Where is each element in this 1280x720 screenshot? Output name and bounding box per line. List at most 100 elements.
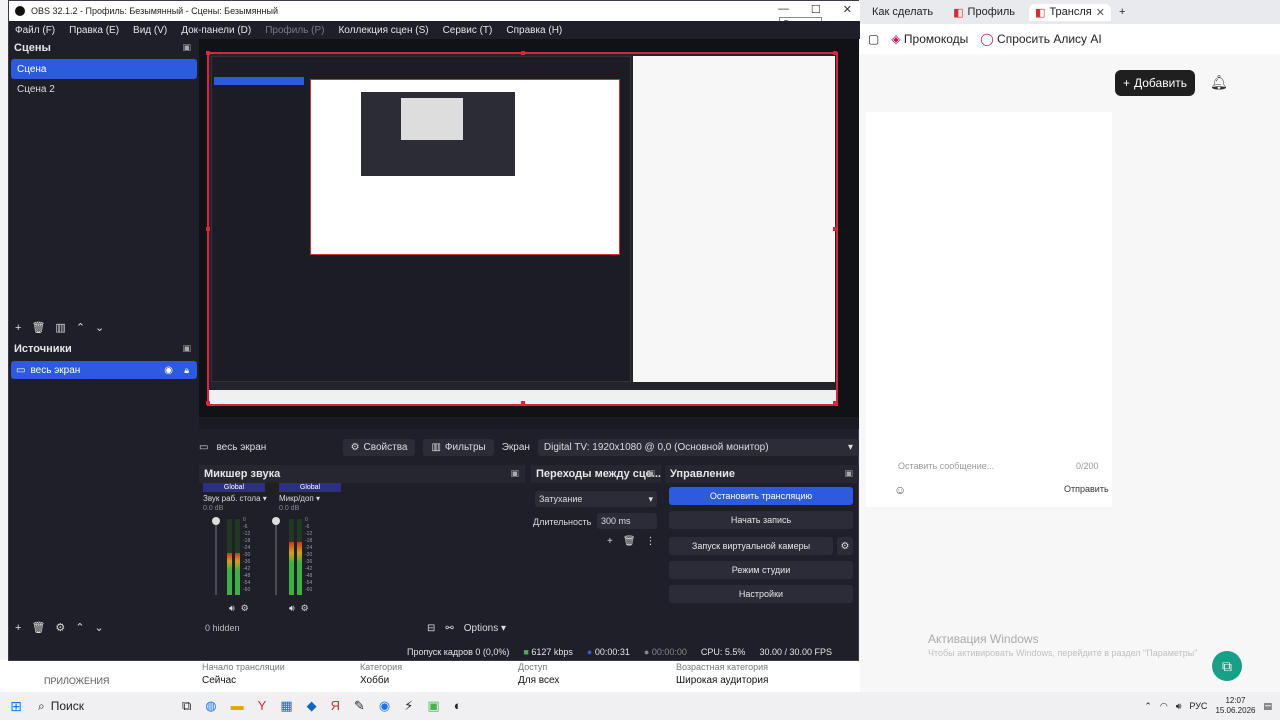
menu-tools[interactable]: Сервис (T) [443,25,493,36]
settings-button[interactable]: Настройки [669,585,853,603]
menu-edit[interactable]: Правка (E) [69,25,119,36]
hidden-count[interactable]: 0 hidden [205,623,240,633]
volume-slider[interactable] [272,517,280,595]
menu-profile[interactable]: Профиль (P) [265,25,324,36]
undock-icon[interactable]: ▣ [510,468,519,479]
add-icon[interactable]: + [15,622,21,634]
volume-icon[interactable]: 🔊︎ [289,603,295,614]
resize-handle[interactable] [521,51,525,55]
lock-icon[interactable]: 🔒︎ [184,365,189,376]
app-icon[interactable]: ✎ [354,698,365,714]
undock-icon[interactable]: ▣ [646,468,655,479]
stop-stream-button[interactable]: Остановить трансляцию [669,487,853,505]
layout-icon[interactable]: ⊟ [427,623,435,634]
start-record-button[interactable]: Начать запись [669,511,853,529]
task-view-icon[interactable]: ⧉ [182,698,191,714]
more-icon[interactable]: ⋮ [646,536,656,547]
undock-icon[interactable]: ▣ [182,343,191,354]
maximize-icon[interactable]: ☐ [811,3,821,16]
filters-button[interactable]: ▥ Фильтры [423,438,494,456]
undock-icon[interactable]: ▣ [844,468,853,479]
calculator-icon[interactable]: ▦ [280,698,292,714]
transition-select[interactable]: Затухание ▾ [535,491,657,507]
undock-icon[interactable]: ▣ [182,42,191,53]
network-icon[interactable]: ◠ [1160,701,1168,712]
bookmark-alice[interactable]: ◯ Спросить Алису AI [980,32,1101,46]
menu-docks[interactable]: Док-панели (D) [181,25,251,36]
yandex-icon[interactable]: Я [331,698,340,714]
bookmark-promocodes[interactable]: ◈ Промокоды [891,32,968,46]
preview-canvas[interactable] [206,51,838,406]
studio-mode-button[interactable]: Режим студии [669,561,853,579]
obs-icon[interactable]: ◐ [454,698,462,714]
filter-icon[interactable]: ▥ [55,321,65,334]
volume-slider-thumb[interactable] [212,517,220,525]
add-button[interactable]: + Добавить [1115,70,1195,96]
mixer-options[interactable]: Options ▾ [464,623,506,634]
winamp-icon[interactable]: ⚡ [404,698,413,714]
language-indicator[interactable]: РУС [1189,701,1207,711]
edge-icon[interactable]: ◍ [205,698,216,714]
close-icon[interactable]: ✕ [1096,6,1105,19]
trash-icon[interactable]: 🗑︎ [623,536,636,547]
chevron-up-icon[interactable]: ⌃ [1144,701,1152,712]
menu-view[interactable]: Вид (V) [133,25,167,36]
menu-help[interactable]: Справка (H) [506,25,562,36]
preview-area[interactable] [199,39,859,423]
send-button[interactable]: Отправить [1064,484,1109,494]
resize-handle[interactable] [521,401,525,405]
notification-icon[interactable]: ▤ [1263,701,1272,712]
arrow-down-icon[interactable]: ⌄ [95,321,104,334]
browser-tab[interactable]: ◧ Профиль [947,4,1021,21]
gear-icon[interactable]: ⚙ [837,537,853,555]
resize-handle[interactable] [206,51,210,55]
taskbar-search[interactable]: ⌕ Поиск [32,694,172,718]
resize-handle[interactable] [206,227,210,231]
volume-icon[interactable]: 🔊︎ [1176,701,1182,712]
volume-slider-thumb[interactable] [272,517,280,525]
chat-input[interactable]: Оставить сообщение... [898,461,994,471]
new-tab-button[interactable]: + [1119,6,1125,18]
volume-slider[interactable] [212,517,220,595]
arrow-up-icon[interactable]: ⌃ [75,621,84,634]
virtual-camera-button[interactable]: Запуск виртуальной камеры [669,537,833,555]
smile-icon[interactable]: ☺ [894,483,906,497]
eye-icon[interactable]: ◉ [164,365,173,376]
scene-item[interactable]: Сцена 2 [11,79,197,99]
add-icon[interactable]: + [15,322,21,334]
browser-tab[interactable]: Как сделать [866,4,939,20]
trash-icon[interactable]: 🗑︎ [31,321,45,334]
windows-start-icon[interactable]: ⊞ [0,698,32,715]
add-icon[interactable]: + [607,536,613,547]
gear-icon[interactable]: ⚙ [241,603,249,614]
bell-icon[interactable]: 🔔︎ [1210,74,1228,91]
channel-source[interactable]: Микр/доп ▾ [279,494,341,503]
scene-item[interactable]: Сцена [11,59,197,79]
yandex-browser-icon[interactable]: Y [258,698,267,714]
trash-icon[interactable]: 🗑︎ [31,621,45,634]
screen-select[interactable]: Digital TV: 1920x1080 @ 0,0 (Основной мо… [537,438,859,456]
gear-icon[interactable]: ⚙ [301,603,309,614]
clock[interactable]: 12:07 15.06.2026 [1215,696,1255,716]
zoom-icon[interactable]: ◉ [379,698,390,714]
resize-handle[interactable] [833,227,837,231]
bookmark-icon[interactable]: ▢ [868,32,879,46]
support-chat-icon[interactable]: ⧉ [1212,651,1242,681]
arrow-up-icon[interactable]: ⌃ [76,321,85,334]
duration-input[interactable]: 300 ms [597,513,657,529]
resize-handle[interactable] [833,401,837,405]
gear-icon[interactable]: ⚙ [55,621,65,634]
link-icon[interactable]: ⚯ [445,623,453,634]
source-item[interactable]: ▭ весь экран ◉ 🔒︎ [11,361,197,379]
resize-handle[interactable] [206,401,210,405]
minecraft-icon[interactable]: ▣ [427,698,439,714]
browser-tab-active[interactable]: ◧ Трансля ✕ [1029,3,1111,21]
properties-button[interactable]: ⚙ Свойства [342,438,416,456]
menu-file[interactable]: Файл (F) [15,25,55,36]
minimize-icon[interactable]: — [778,3,789,16]
arrow-down-icon[interactable]: ⌄ [95,621,104,634]
resize-handle[interactable] [833,51,837,55]
menu-scene-collection[interactable]: Коллекция сцен (S) [338,25,428,36]
channel-source[interactable]: Звук раб. стола ▾ [203,494,267,503]
vpn-icon[interactable]: ◆ [307,698,317,714]
